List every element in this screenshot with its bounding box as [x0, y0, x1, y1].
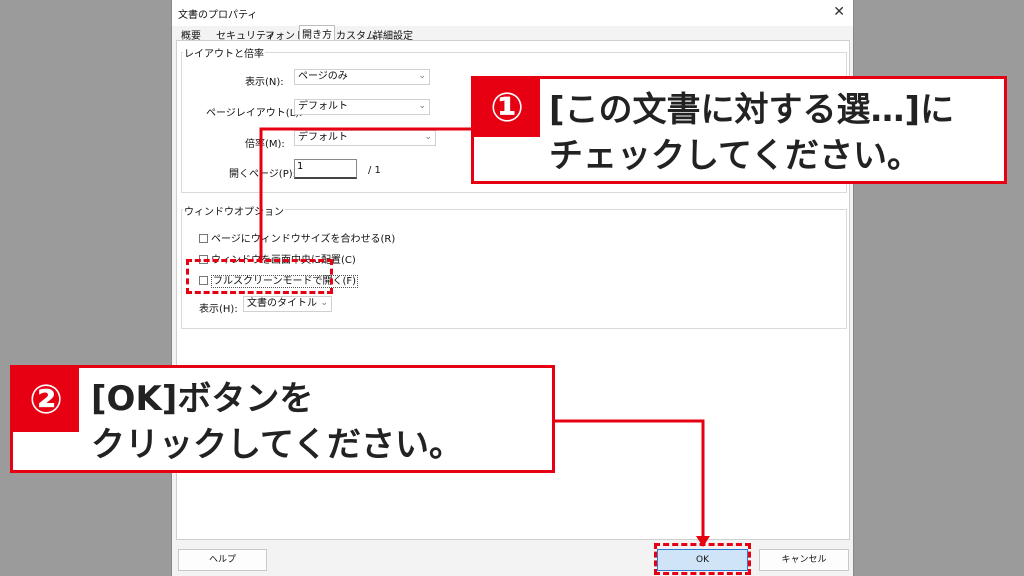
callout-step-1: ① [この文書に対する選…]に チェックしてください。 [471, 76, 1007, 184]
connector-line-step-1 [259, 127, 473, 263]
step-number-1: ① [474, 79, 540, 137]
step-number-2: ② [13, 368, 79, 432]
highlight-fullscreen-option [186, 259, 333, 294]
callout-text-2: [OK]ボタンを クリックしてください。 [91, 379, 463, 465]
connector-line-step-2 [553, 419, 705, 538]
callout-text-1: [この文書に対する選…]に チェックしてください。 [549, 90, 955, 176]
highlight-ok-button [654, 543, 751, 575]
callout-step-2: ② [OK]ボタンを クリックしてください。 [10, 365, 555, 473]
